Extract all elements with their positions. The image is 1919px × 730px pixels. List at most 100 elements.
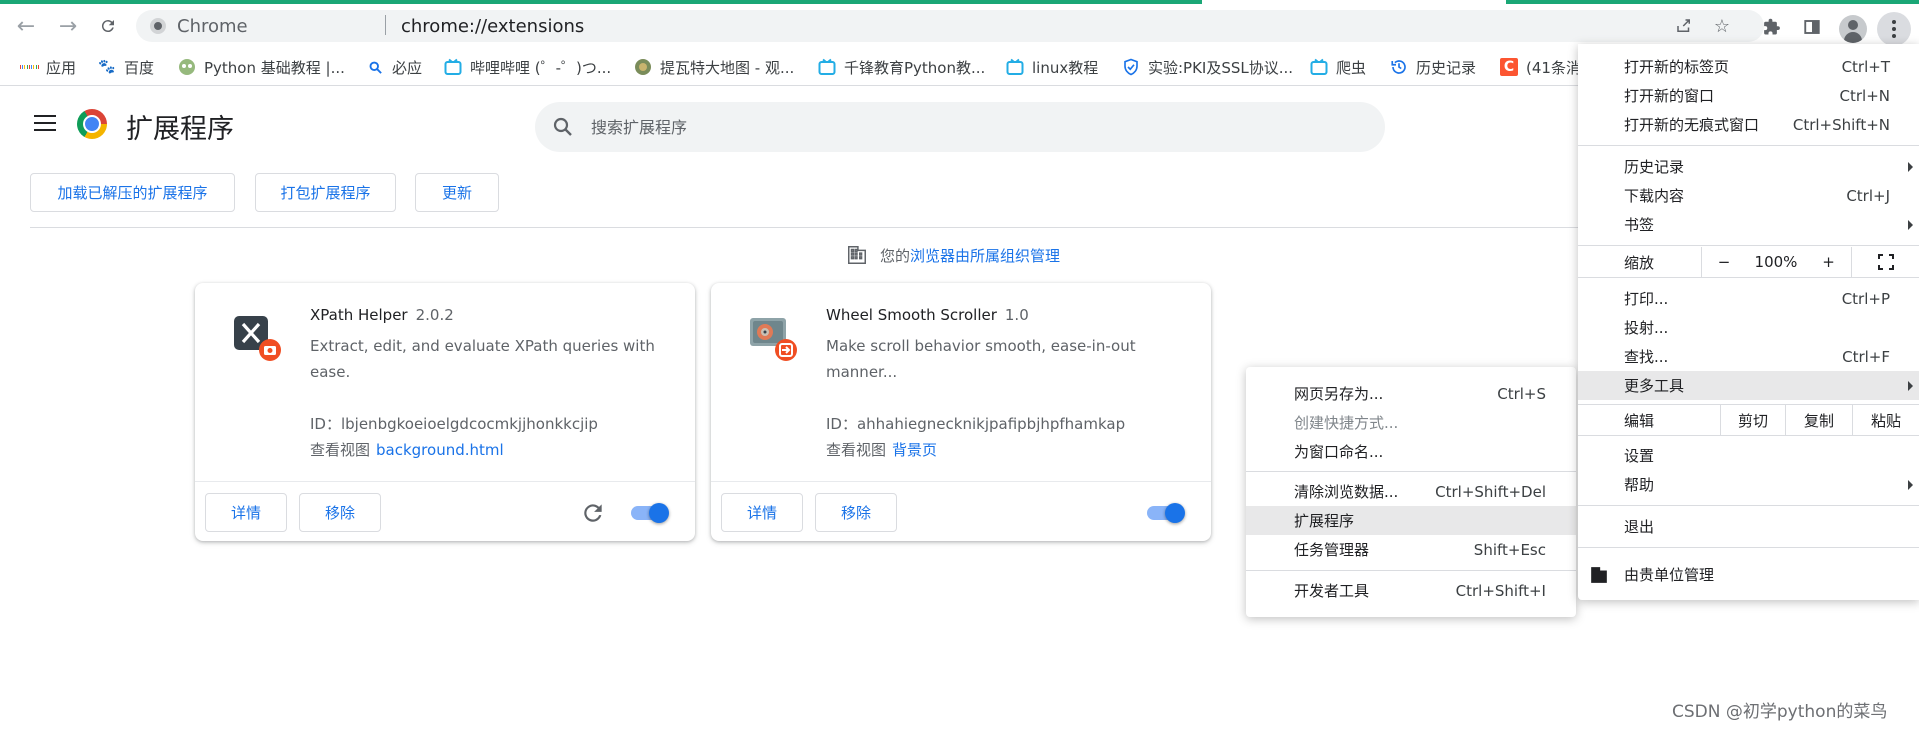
bookmark-label: 千锋教育Python教... — [844, 58, 986, 77]
bilibili-tv-icon — [1006, 58, 1024, 76]
menu-item-more-tools[interactable]: 更多工具 — [1578, 371, 1919, 400]
zoom-out-button[interactable]: − — [1701, 247, 1746, 277]
menu-item-name-window[interactable]: 为窗口命名... — [1246, 437, 1576, 466]
details-button[interactable]: 详情 — [205, 493, 287, 532]
menu-item-save-page-as[interactable]: 网页另存为... Ctrl+S — [1246, 379, 1576, 408]
bookmark-item[interactable]: linux教程 — [1006, 54, 1098, 80]
enable-toggle[interactable] — [631, 503, 669, 523]
extension-card-wheel-smooth-scroller: Wheel Smooth Scroller 1.0 Make scroll beh… — [711, 283, 1211, 541]
reload-icon[interactable] — [92, 10, 124, 42]
extension-version: 2.0.2 — [415, 306, 454, 324]
chrome-menu-button[interactable] — [1877, 12, 1911, 46]
inspect-view-link[interactable]: background.html — [376, 441, 504, 459]
share-icon[interactable] — [1672, 14, 1696, 38]
hamburger-menu-icon[interactable] — [34, 115, 56, 131]
back-arrow-icon[interactable]: ← — [10, 10, 42, 42]
enable-toggle[interactable] — [1147, 503, 1185, 523]
fullscreen-icon[interactable] — [1851, 247, 1919, 277]
menu-item-extensions[interactable]: 扩展程序 — [1246, 506, 1576, 535]
menu-separator — [1578, 277, 1919, 278]
menu-item-shortcut: Ctrl+Shift+I — [1455, 581, 1546, 600]
bookmark-item[interactable]: 🐾 百度 — [98, 54, 154, 80]
menu-item-cast[interactable]: 投射... — [1578, 313, 1919, 342]
menu-item-developer-tools[interactable]: 开发者工具 Ctrl+Shift+I — [1246, 576, 1576, 605]
menu-item-label: 网页另存为... — [1294, 385, 1384, 403]
managed-notice: 您的浏览器由所属组织管理 — [846, 243, 1060, 267]
menu-item-exit[interactable]: 退出 — [1578, 512, 1919, 541]
menu-item-shortcut: Ctrl+P — [1841, 289, 1890, 308]
extension-description: Extract, edit, and evaluate XPath querie… — [310, 337, 655, 381]
remove-button[interactable]: 移除 — [815, 493, 897, 532]
update-button[interactable]: 更新 — [415, 173, 499, 212]
profile-avatar[interactable] — [1839, 15, 1867, 43]
side-panel-icon[interactable] — [1799, 14, 1825, 40]
bookmark-label: (41条消 — [1526, 58, 1581, 77]
url-scheme-label: Chrome — [177, 16, 248, 37]
extension-title: Wheel Smooth Scroller — [826, 306, 997, 324]
url-text[interactable]: chrome://extensions — [401, 16, 584, 37]
menu-item-task-manager[interactable]: 任务管理器 Shift+Esc — [1246, 535, 1576, 564]
card-divider — [195, 481, 695, 482]
menu-item-new-incognito-window[interactable]: 打开新的无痕式窗口 Ctrl+Shift+N — [1578, 110, 1919, 139]
menu-item-label: 打开新的无痕式窗口 — [1624, 116, 1760, 134]
zoom-label: 缩放 — [1624, 254, 1655, 272]
menu-item-create-shortcut[interactable]: 创建快捷方式... — [1246, 408, 1576, 437]
bookmark-item[interactable]: 千锋教育Python教... — [818, 54, 985, 80]
cut-button[interactable]: 剪切 — [1720, 405, 1785, 435]
bookmark-item[interactable]: 提瓦特大地图 - 观... — [634, 54, 794, 80]
bookmark-item[interactable]: 历史记录 — [1390, 54, 1476, 80]
menu-item-shortcut: Shift+Esc — [1473, 540, 1546, 559]
extensions-puzzle-icon[interactable] — [1759, 14, 1785, 40]
zoom-in-button[interactable]: + — [1806, 247, 1851, 277]
menu-item-new-tab[interactable]: 打开新的标签页 Ctrl+T — [1578, 52, 1919, 81]
menu-item-settings[interactable]: 设置 — [1578, 441, 1919, 470]
menu-item-shortcut: Ctrl+F — [1842, 347, 1890, 366]
managed-link[interactable]: 浏览器由所属组织管理 — [910, 247, 1060, 265]
menu-item-find[interactable]: 查找... Ctrl+F — [1578, 342, 1919, 371]
menu-item-label: 退出 — [1624, 518, 1655, 536]
browser-toolbar: ← → Chrome chrome://extensions ☆ — [0, 4, 1919, 48]
page-title: 扩展程序 — [126, 114, 234, 145]
bookmark-item[interactable]: 实验:PKI及SSL协议... — [1122, 54, 1293, 80]
load-unpacked-button[interactable]: 加载已解压的扩展程序 — [30, 173, 235, 212]
wheel-smooth-scroller-icon — [750, 318, 797, 361]
menu-dot-icon — [1892, 34, 1896, 38]
search-input[interactable] — [591, 112, 1351, 142]
menu-item-label: 扩展程序 — [1294, 512, 1355, 530]
bookmark-item[interactable]: Python 基础教程 |... — [178, 54, 345, 80]
menu-item-print[interactable]: 打印... Ctrl+P — [1578, 284, 1919, 313]
bookmark-item[interactable]: C (41条消 — [1500, 54, 1581, 80]
submenu-arrow-icon — [1908, 161, 1913, 172]
menu-item-clear-browsing-data[interactable]: 清除浏览数据... Ctrl+Shift+Del — [1246, 477, 1576, 506]
pack-extension-button[interactable]: 打包扩展程序 — [255, 173, 396, 212]
baidu-paw-icon: 🐾 — [98, 59, 116, 75]
menu-item-bookmarks[interactable]: 书签 — [1578, 210, 1919, 239]
inspect-views: 查看视图 background.html — [310, 439, 504, 460]
remove-button[interactable]: 移除 — [299, 493, 381, 532]
bookmark-item[interactable]: 应用 — [20, 54, 76, 80]
shield-check-icon — [1122, 58, 1140, 76]
paste-button[interactable]: 粘贴 — [1852, 405, 1919, 435]
menu-item-history[interactable]: 历史记录 — [1578, 152, 1919, 181]
bookmark-star-icon[interactable]: ☆ — [1710, 14, 1734, 38]
reload-extension-icon[interactable] — [580, 500, 606, 526]
submenu-arrow-icon — [1908, 219, 1913, 230]
extensions-search[interactable] — [535, 102, 1385, 152]
menu-item-new-window[interactable]: 打开新的窗口 Ctrl+N — [1578, 81, 1919, 110]
bookmark-item[interactable]: 哔哩哔哩 (゜-゜)つ... — [444, 54, 611, 80]
inspect-view-link[interactable]: 背景页 — [892, 441, 937, 459]
address-bar[interactable]: Chrome chrome://extensions ☆ — [136, 10, 1764, 42]
copy-button[interactable]: 复制 — [1785, 405, 1852, 435]
menu-item-managed-by-org[interactable]: 由贵单位管理 — [1578, 560, 1919, 589]
menu-item-help[interactable]: 帮助 — [1578, 470, 1919, 499]
search-icon — [553, 117, 572, 136]
card-divider — [711, 481, 1211, 482]
chrome-main-menu: 打开新的标签页 Ctrl+T 打开新的窗口 Ctrl+N 打开新的无痕式窗口 Ctrl… — [1578, 44, 1919, 600]
details-button[interactable]: 详情 — [721, 493, 803, 532]
menu-separator — [1246, 570, 1576, 571]
menu-item-shortcut: Ctrl+J — [1846, 186, 1890, 205]
bookmark-item[interactable]: 必应 — [366, 54, 422, 80]
forward-arrow-icon[interactable]: → — [52, 10, 84, 42]
menu-item-downloads[interactable]: 下载内容 Ctrl+J — [1578, 181, 1919, 210]
bookmark-item[interactable]: 爬虫 — [1310, 54, 1366, 80]
